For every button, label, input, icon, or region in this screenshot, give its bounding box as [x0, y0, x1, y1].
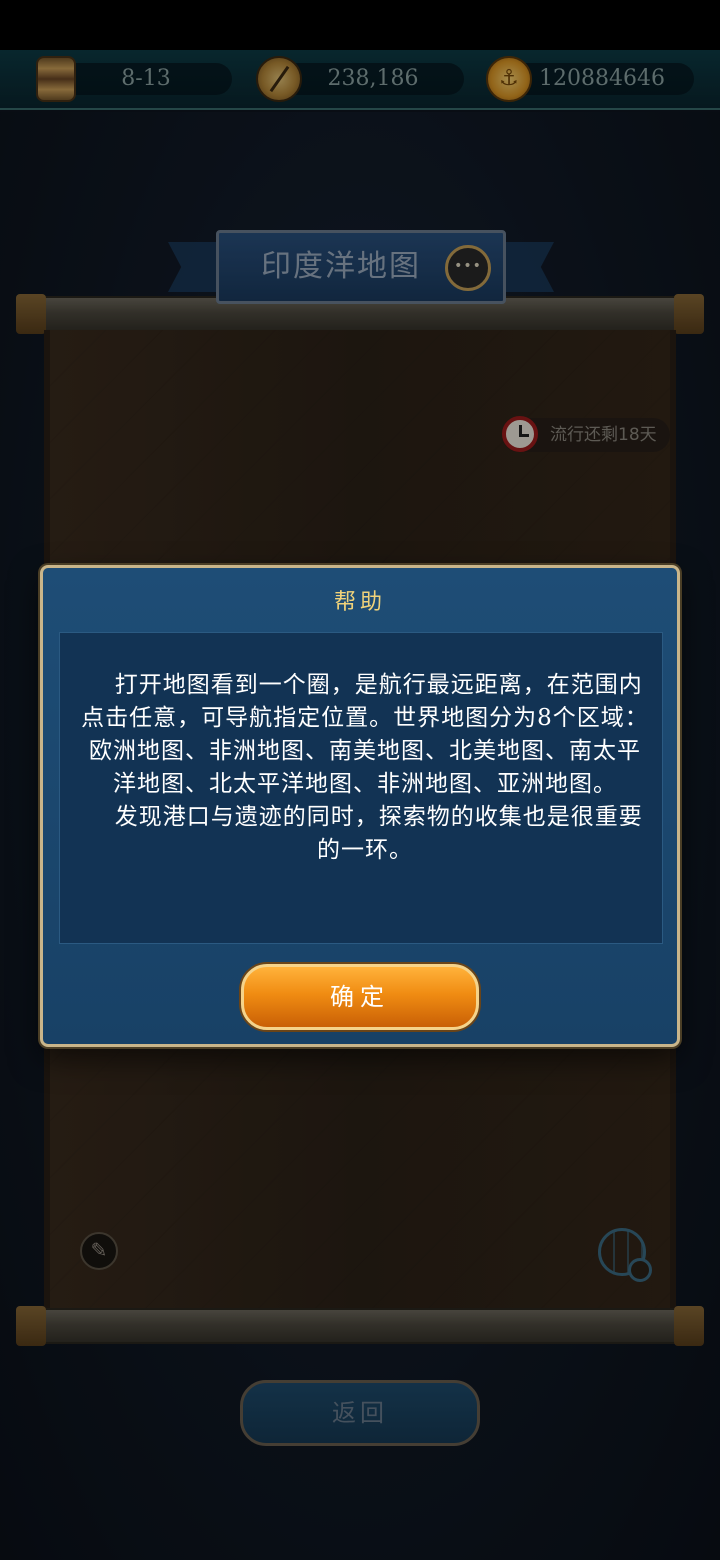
- help-paragraph-2: 发现港口与遗迹的同时，探索物的收集也是很重要的一环。: [114, 804, 643, 863]
- help-text-panel: 打开地图看到一个圈，是航行最远距离，在范围内点击任意，可导航指定位置。世界地图分…: [59, 632, 663, 944]
- confirm-button[interactable]: 确定: [241, 964, 479, 1030]
- help-paragraph-1: 打开地图看到一个圈，是航行最远距离，在范围内点击任意，可导航指定位置。世界地图分…: [81, 672, 649, 797]
- help-dialog: 帮助 打开地图看到一个圈，是航行最远距离，在范围内点击任意，可导航指定位置。世界…: [40, 565, 680, 1047]
- help-text: 打开地图看到一个圈，是航行最远距离，在范围内点击任意，可导航指定位置。世界地图分…: [80, 669, 650, 867]
- status-bar: [0, 0, 720, 50]
- confirm-label: 确定: [330, 983, 390, 1011]
- help-dialog-title: 帮助: [333, 590, 386, 615]
